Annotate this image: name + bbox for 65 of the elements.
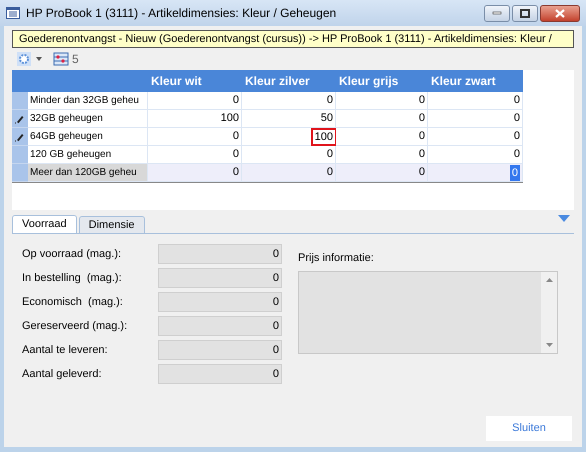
row-label[interactable]: Minder dan 32GB geheu xyxy=(28,92,148,110)
row-label[interactable]: 32GB geheugen xyxy=(28,110,148,128)
count-label: 5 xyxy=(72,51,79,68)
table-cell[interactable]: 0 xyxy=(418,164,425,181)
table-cell[interactable]: 0 xyxy=(326,92,333,109)
close-dialog-button[interactable]: Sluiten xyxy=(486,416,572,441)
triangle-icon[interactable] xyxy=(558,215,570,222)
table-cell[interactable]: 0 xyxy=(514,92,520,109)
table-cell[interactable]: 0 xyxy=(418,92,425,109)
window-title: HP ProBook 1 (3111) - Artikeldimensies: Kleur / Geheugen xyxy=(26,5,336,22)
table-cell[interactable]: 0 xyxy=(232,146,239,163)
maximize-button[interactable] xyxy=(512,4,538,22)
input-field[interactable]: 0 xyxy=(158,244,282,264)
field-label: In bestelling (mag.): xyxy=(22,270,123,286)
row-label[interactable]: 64GB geheugen xyxy=(28,128,148,146)
column-header[interactable]: Kleur wit xyxy=(148,70,242,92)
minimize-icon xyxy=(492,11,502,15)
field-label: Aantal te leveren: xyxy=(22,342,109,358)
table-cell[interactable]: 50 xyxy=(320,110,333,127)
field-label: Economisch (mag.): xyxy=(22,294,124,310)
row-label[interactable]: 120 GB geheugen xyxy=(28,146,148,164)
table-cell[interactable]: 0 xyxy=(326,164,333,181)
table-cell[interactable]: 0 xyxy=(418,110,425,127)
table-cell[interactable]: 0 xyxy=(326,146,333,163)
maximize-icon xyxy=(520,8,530,18)
gear-icon[interactable] xyxy=(17,52,31,66)
input-field[interactable]: 0 xyxy=(158,364,282,384)
input-field[interactable]: 0 xyxy=(158,292,282,312)
abacus-icon[interactable] xyxy=(53,52,69,66)
table-cell[interactable]: 0 xyxy=(510,164,520,180)
input-field[interactable]: 0 xyxy=(158,316,282,336)
breadcrumb-bar: Goederenontvangst - Nieuw (Goederenontvangst (cursus)) -> HP ProBook 1 (3111) - Artikeldimensies: Kleur / xyxy=(12,30,574,48)
column-header[interactable]: Kleur zilver xyxy=(242,70,336,92)
input-field[interactable]: 0 xyxy=(158,268,282,288)
tab[interactable]: Dimensie xyxy=(78,216,145,233)
field-label: Gereserveerd (mag.): xyxy=(22,318,128,334)
scroll-down-icon[interactable] xyxy=(546,342,552,346)
table-cell[interactable]: 0 xyxy=(232,92,239,109)
close-icon xyxy=(555,8,565,18)
window-icon xyxy=(6,7,20,19)
scroll-up-icon[interactable] xyxy=(546,278,552,282)
row-header[interactable] xyxy=(12,110,28,128)
table-cell[interactable]: 0 xyxy=(514,146,520,163)
table-cell[interactable]: 0 xyxy=(232,128,239,145)
field-label: Prijs informatie: xyxy=(298,251,375,266)
field-label: Aantal geleverd: xyxy=(22,366,102,382)
table-cell[interactable]: 0 xyxy=(514,128,520,145)
row-header[interactable] xyxy=(12,128,28,146)
table-cell[interactable]: 0 xyxy=(418,128,425,145)
close-button[interactable] xyxy=(540,4,580,22)
minimize-button[interactable] xyxy=(484,4,510,22)
column-header[interactable]: Kleur zwart xyxy=(428,70,523,92)
tab[interactable]: Voorraad xyxy=(12,215,77,233)
input-field[interactable]: 0 xyxy=(158,340,282,360)
pencil-icon xyxy=(15,114,25,124)
column-header[interactable]: Kleur grijs xyxy=(336,70,428,92)
scrollbar[interactable] xyxy=(541,272,557,352)
table-cell[interactable]: 0 xyxy=(418,146,425,163)
pencil-icon xyxy=(15,132,25,142)
row-label[interactable]: Meer dan 120GB geheu xyxy=(28,164,148,182)
table-cell[interactable]: 0 xyxy=(232,164,239,181)
caret-icon[interactable] xyxy=(34,56,44,62)
table-cell[interactable]: 0 xyxy=(514,110,520,127)
table-cell[interactable]: 100 xyxy=(220,110,239,127)
field-label: Op voorraad (mag.): xyxy=(22,246,122,262)
